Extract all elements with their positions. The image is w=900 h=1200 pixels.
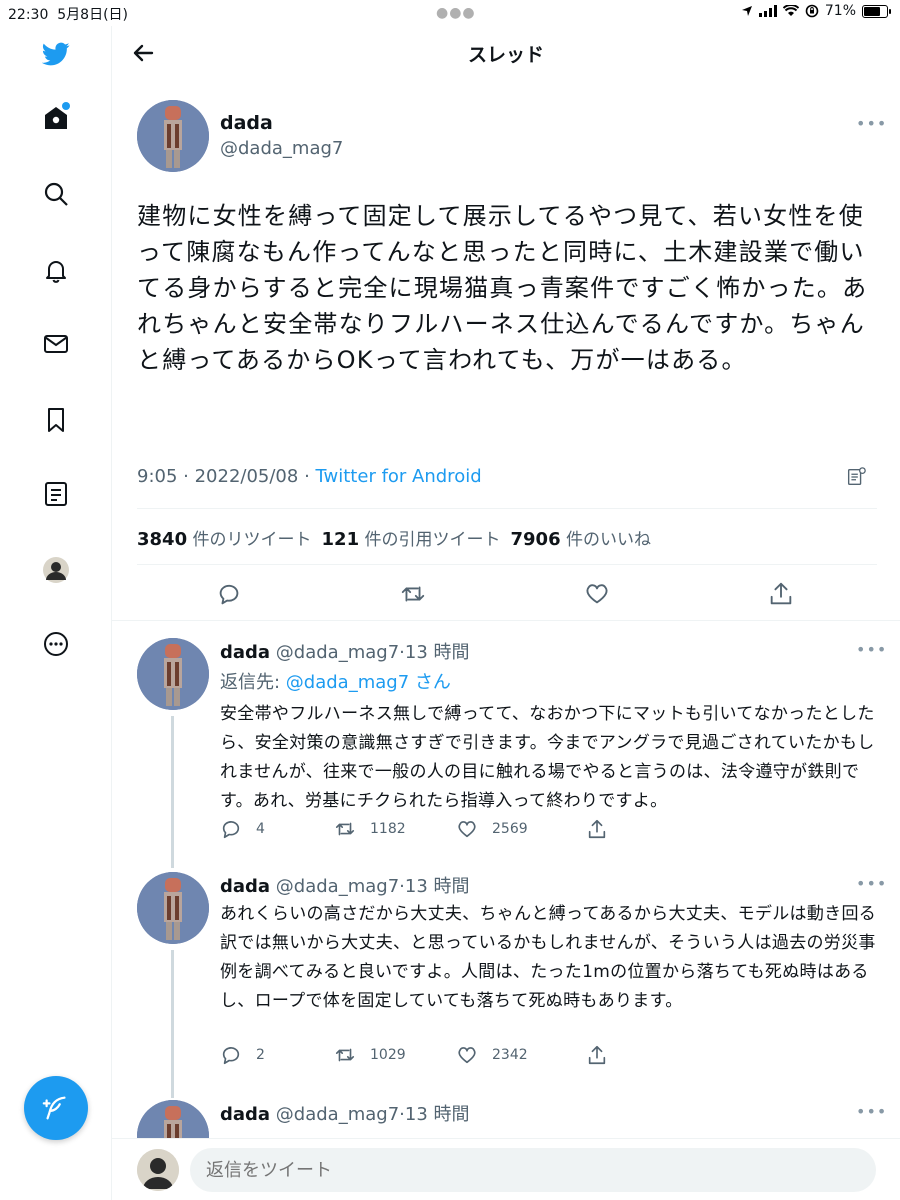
location-icon (741, 6, 752, 16)
compose-feather-icon (42, 1096, 66, 1120)
author-avatar[interactable] (137, 100, 209, 172)
search-icon[interactable] (38, 176, 74, 212)
divider (137, 564, 877, 565)
reply-author-name[interactable]: dada (220, 642, 270, 663)
tweet-source-app[interactable]: Twitter for Android (316, 466, 482, 487)
like-stat[interactable]: 7906 件のいいね (511, 525, 652, 550)
tweet-meta: 9:05 · 2022/05/08 · Twitter for Android (137, 466, 482, 487)
share-button[interactable] (586, 818, 608, 840)
replying-to-link[interactable]: @dada_mag7 さん (286, 672, 451, 693)
reply-more-icon[interactable]: ••• (856, 1102, 887, 1121)
rotation-lock-icon (805, 4, 819, 18)
wifi-icon (782, 5, 799, 16)
reply-count: 2 (256, 1047, 265, 1063)
reply-icon[interactable] (215, 580, 245, 610)
retweet-icon (335, 1048, 355, 1062)
like-button[interactable]: 2342 (456, 1044, 528, 1066)
reply-composer-bar (112, 1138, 900, 1200)
reply-count: 4 (256, 821, 265, 837)
status-bar: 22:30 5月8日(日) ●●● 71% (0, 0, 900, 26)
thread-line (171, 716, 174, 868)
sidebar (0, 26, 112, 1200)
author-handle[interactable]: @dada_mag7 (220, 138, 343, 159)
engagement-stats: 3840 件のリツイート 121 件の引用ツイート 7906 件のいいね (137, 525, 651, 550)
battery-icon (862, 4, 891, 18)
reply-button[interactable]: 2 (220, 1044, 265, 1066)
divider (112, 620, 900, 621)
compose-tweet-button[interactable] (24, 1076, 88, 1140)
tweet-analytics-icon[interactable] (845, 466, 869, 490)
tweet-more-icon[interactable]: ••• (856, 114, 887, 133)
like-count: 2569 (492, 821, 528, 837)
reply-icon (222, 821, 240, 839)
share-button[interactable] (586, 1044, 608, 1066)
retweet-count: 1182 (370, 821, 406, 837)
reply-button[interactable]: 4 (220, 818, 265, 840)
like-count: 2342 (492, 1047, 528, 1063)
reply-time[interactable]: 13 時間 (405, 1104, 470, 1125)
reply-author-handle[interactable]: @dada_mag7 (276, 642, 399, 663)
share-icon (588, 1045, 606, 1065)
reply-author-handle[interactable]: @dada_mag7 (276, 876, 399, 897)
reply-more-icon[interactable]: ••• (856, 640, 887, 659)
tweet-date[interactable]: 2022/05/08 (195, 466, 299, 487)
reply-more-icon[interactable]: ••• (856, 874, 887, 893)
tweet-actions (137, 580, 877, 610)
profile-avatar[interactable] (38, 552, 74, 588)
share-icon[interactable] (767, 580, 797, 610)
reply-time[interactable]: 13 時間 (405, 876, 470, 897)
bookmarks-icon[interactable] (38, 402, 74, 438)
retweet-button[interactable]: 1029 (334, 1044, 406, 1066)
reply-text: 安全帯やフルハーネス無しで縛ってて、なおかつ下にマットも引いてなかったとしたら、… (220, 704, 875, 811)
reply-text: あれくらいの高さだから大丈夫、ちゃんと縛ってあるから大丈夫、モデルは動き回る訳で… (220, 904, 877, 1011)
messages-envelope-icon[interactable] (38, 326, 74, 362)
notification-dot (62, 102, 70, 110)
status-time: 22:30 5月8日(日) (8, 7, 129, 23)
twitter-logo-icon[interactable] (38, 36, 74, 72)
page-title: スレッド (467, 44, 544, 66)
battery-percent: 71% (824, 3, 856, 19)
reply-header: dada @dada_mag7·13 時間 (220, 1104, 470, 1125)
like-heart-icon (458, 1047, 476, 1064)
thread-line (171, 950, 174, 1098)
retweet-stat[interactable]: 3840 件のリツイート (137, 525, 312, 550)
retweet-count: 1029 (370, 1047, 406, 1063)
like-button[interactable]: 2569 (456, 818, 528, 840)
reply-author-name[interactable]: dada (220, 876, 270, 897)
tweet-text: 建物に女性を縛って固定して展示してるやつ見て、若い女性を使って陳腐なもん作ってん… (137, 202, 868, 374)
reply-author-name[interactable]: dada (220, 1104, 270, 1125)
lists-icon[interactable] (38, 476, 74, 512)
status-indicators: 71% (741, 3, 891, 19)
notifications-bell-icon[interactable] (38, 252, 74, 288)
reply-time[interactable]: 13 時間 (405, 642, 470, 663)
user-avatar[interactable] (137, 1149, 179, 1191)
retweet-icon (335, 822, 355, 836)
reply-actions: 2 1029 2342 (220, 1044, 620, 1068)
signal-icon (758, 5, 777, 17)
tweet-time[interactable]: 9:05 (137, 466, 177, 487)
thread-header: スレッド (112, 26, 900, 80)
reply-author-handle[interactable]: @dada_mag7 (276, 1104, 399, 1125)
share-icon (588, 819, 606, 839)
reply-icon (222, 1047, 240, 1065)
home-icon[interactable] (38, 100, 74, 136)
reply-actions: 4 1182 2569 (220, 818, 620, 842)
more-options-icon[interactable] (38, 626, 74, 662)
replying-to: 返信先: @dada_mag7 さん (220, 672, 451, 693)
retweet-button[interactable]: 1182 (334, 818, 406, 840)
reply-avatar[interactable] (137, 638, 209, 710)
like-heart-icon (458, 821, 476, 838)
reply-avatar[interactable] (137, 872, 209, 944)
multitask-dots-icon[interactable]: ●●● (436, 5, 476, 21)
reply-header: dada @dada_mag7·13 時間 (220, 642, 470, 663)
author-name[interactable]: dada (220, 112, 273, 134)
divider (137, 508, 877, 509)
retweet-icon[interactable] (399, 580, 429, 610)
like-heart-icon[interactable] (583, 580, 613, 610)
reply-header: dada @dada_mag7·13 時間 (220, 876, 470, 897)
quote-stat[interactable]: 121 件の引用ツイート (322, 525, 501, 550)
reply-input[interactable] (190, 1148, 876, 1192)
